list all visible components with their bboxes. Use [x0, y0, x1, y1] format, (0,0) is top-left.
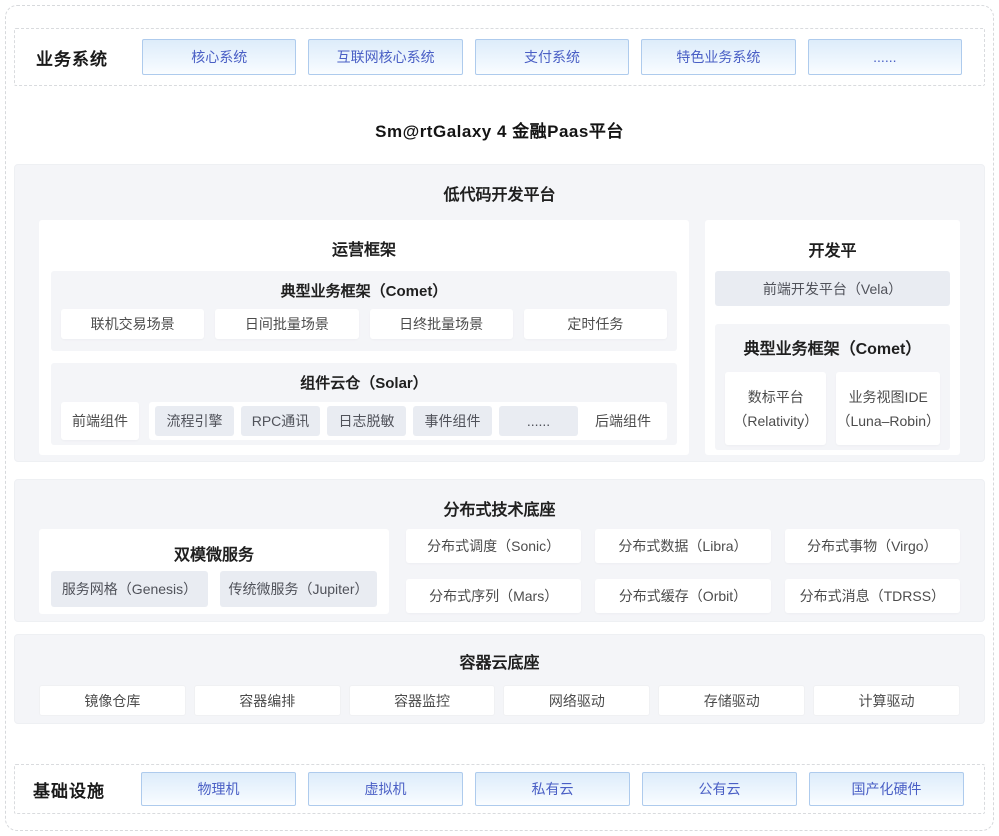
- dev-comet-framework-items: 数标平台 （Relativity） 业务视图IDE （Luna–Robin）: [725, 372, 940, 445]
- dev-platform-panel: 开发平 前端开发平台（Vela） 典型业务框架（Comet） 数标平台 （Rel…: [705, 220, 960, 455]
- box-more-systems: ......: [808, 39, 962, 75]
- box-event-components: 事件组件: [413, 406, 492, 436]
- dual-mode-microservices-title: 双模微服务: [51, 541, 377, 565]
- box-backend-components: 后端组件: [585, 411, 661, 431]
- box-physical-machine: 物理机: [141, 772, 296, 806]
- business-systems-row: 业务系统 核心系统 互联网核心系统 支付系统 特色业务系统 ......: [14, 28, 985, 86]
- box-special-business-system: 特色业务系统: [641, 39, 795, 75]
- box-internet-core-system: 互联网核心系统: [308, 39, 462, 75]
- page-title: Sm@rtGalaxy 4 金融Paas平台: [14, 117, 985, 137]
- infrastructure-boxes: 物理机 虚拟机 私有云 公有云 国产化硬件: [141, 772, 964, 806]
- box-frontend-dev-platform-vela: 前端开发平台（Vela）: [715, 271, 950, 306]
- box-eod-batch-scenario: 日终批量场景: [370, 309, 513, 339]
- container-cloud-items: 镜像仓库 容器编排 容器监控 网络驱动 存储驱动 计算驱动: [39, 685, 960, 716]
- ops-framework-panel: 运营框架 典型业务框架（Comet） 联机交易场景 日间批量场景 日终批量场景 …: [39, 220, 689, 455]
- dual-mode-items: 服务网格（Genesis） 传统微服务（Jupiter）: [51, 571, 377, 607]
- distributed-base-title: 分布式技术底座: [39, 496, 960, 520]
- box-label-line2: （Luna–Robin）: [836, 409, 940, 433]
- box-distributed-scheduling-sonic: 分布式调度（Sonic）: [406, 529, 581, 563]
- box-online-transaction-scenario: 联机交易场景: [61, 309, 204, 339]
- box-distributed-cache-orbit: 分布式缓存（Orbit）: [595, 579, 770, 613]
- box-image-registry: 镜像仓库: [39, 685, 186, 716]
- box-container-monitoring: 容器监控: [349, 685, 496, 716]
- dev-comet-framework-panel: 典型业务框架（Comet） 数标平台 （Relativity） 业务视图IDE …: [715, 324, 950, 450]
- solar-component-title: 组件云仓（Solar）: [61, 372, 667, 393]
- box-distributed-data-libra: 分布式数据（Libra）: [595, 529, 770, 563]
- lowcode-platform-panel: 低代码开发平台 运营框架 典型业务框架（Comet） 联机交易场景 日间批量场景…: [14, 164, 985, 462]
- box-label-line1: 业务视图IDE: [849, 385, 928, 409]
- comet-framework-items: 联机交易场景 日间批量场景 日终批量场景 定时任务: [61, 309, 667, 339]
- infrastructure-label: 基础设施: [15, 777, 141, 802]
- box-rpc-communication: RPC通讯: [241, 406, 320, 436]
- dev-comet-framework-title: 典型业务框架（Comet）: [725, 335, 940, 359]
- box-service-mesh-genesis: 服务网格（Genesis）: [51, 571, 208, 607]
- dev-platform-title: 开发平: [715, 237, 950, 261]
- box-label-line1: 数标平台: [748, 385, 804, 409]
- box-payment-system: 支付系统: [475, 39, 629, 75]
- solar-component-items: 前端组件 流程引擎 RPC通讯 日志脱敏 事件组件 ...... 后端组件: [61, 402, 667, 440]
- ops-framework-title: 运营框架: [51, 236, 677, 260]
- box-virtual-machine: 虚拟机: [308, 772, 463, 806]
- box-storage-driver: 存储驱动: [658, 685, 805, 716]
- box-traditional-microservices-jupiter: 传统微服务（Jupiter）: [220, 571, 377, 607]
- box-domestic-hardware: 国产化硬件: [809, 772, 964, 806]
- box-distributed-messaging-tdrss: 分布式消息（TDRSS）: [785, 579, 960, 613]
- box-distributed-transaction-virgo: 分布式事物（Virgo）: [785, 529, 960, 563]
- comet-framework-panel: 典型业务框架（Comet） 联机交易场景 日间批量场景 日终批量场景 定时任务: [51, 271, 677, 351]
- container-cloud-panel: 容器云底座 镜像仓库 容器编排 容器监控 网络驱动 存储驱动 计算驱动: [14, 634, 985, 724]
- box-log-masking: 日志脱敏: [327, 406, 406, 436]
- infrastructure-row: 基础设施 物理机 虚拟机 私有云 公有云 国产化硬件: [14, 764, 985, 814]
- box-container-orchestration: 容器编排: [194, 685, 341, 716]
- box-frontend-components: 前端组件: [61, 402, 139, 440]
- box-distributed-sequence-mars: 分布式序列（Mars）: [406, 579, 581, 613]
- box-daytime-batch-scenario: 日间批量场景: [215, 309, 358, 339]
- box-process-engine: 流程引擎: [155, 406, 234, 436]
- lowcode-platform-body: 运营框架 典型业务框架（Comet） 联机交易场景 日间批量场景 日终批量场景 …: [39, 220, 960, 455]
- distributed-base-panel: 分布式技术底座 双模微服务 服务网格（Genesis） 传统微服务（Jupite…: [14, 479, 985, 622]
- dual-mode-microservices-panel: 双模微服务 服务网格（Genesis） 传统微服务（Jupiter）: [39, 529, 389, 614]
- solar-backend-strip: 流程引擎 RPC通讯 日志脱敏 事件组件 ...... 后端组件: [149, 402, 667, 440]
- business-systems-label: 业务系统: [15, 45, 142, 70]
- box-label-line2: （Relativity）: [733, 409, 818, 433]
- lowcode-platform-title: 低代码开发平台: [39, 181, 960, 205]
- box-core-system: 核心系统: [142, 39, 296, 75]
- box-business-view-ide-luna-robin: 业务视图IDE （Luna–Robin）: [836, 372, 940, 445]
- container-cloud-title: 容器云底座: [39, 649, 960, 673]
- box-network-driver: 网络驱动: [503, 685, 650, 716]
- box-private-cloud: 私有云: [475, 772, 630, 806]
- solar-component-panel: 组件云仓（Solar） 前端组件 流程引擎 RPC通讯 日志脱敏 事件组件 ..…: [51, 363, 677, 445]
- box-data-indicator-platform-relativity: 数标平台 （Relativity）: [725, 372, 826, 445]
- comet-framework-title: 典型业务框架（Comet）: [61, 280, 667, 301]
- architecture-diagram: 业务系统 核心系统 互联网核心系统 支付系统 特色业务系统 ...... Sm@…: [14, 0, 985, 814]
- box-scheduled-tasks: 定时任务: [524, 309, 667, 339]
- business-systems-boxes: 核心系统 互联网核心系统 支付系统 特色业务系统 ......: [142, 39, 962, 75]
- distributed-services-grid: 分布式调度（Sonic） 分布式数据（Libra） 分布式事物（Virgo） 分…: [406, 529, 960, 614]
- box-compute-driver: 计算驱动: [813, 685, 960, 716]
- distributed-base-body: 双模微服务 服务网格（Genesis） 传统微服务（Jupiter） 分布式调度…: [39, 529, 960, 614]
- box-more-components: ......: [499, 406, 578, 436]
- box-public-cloud: 公有云: [642, 772, 797, 806]
